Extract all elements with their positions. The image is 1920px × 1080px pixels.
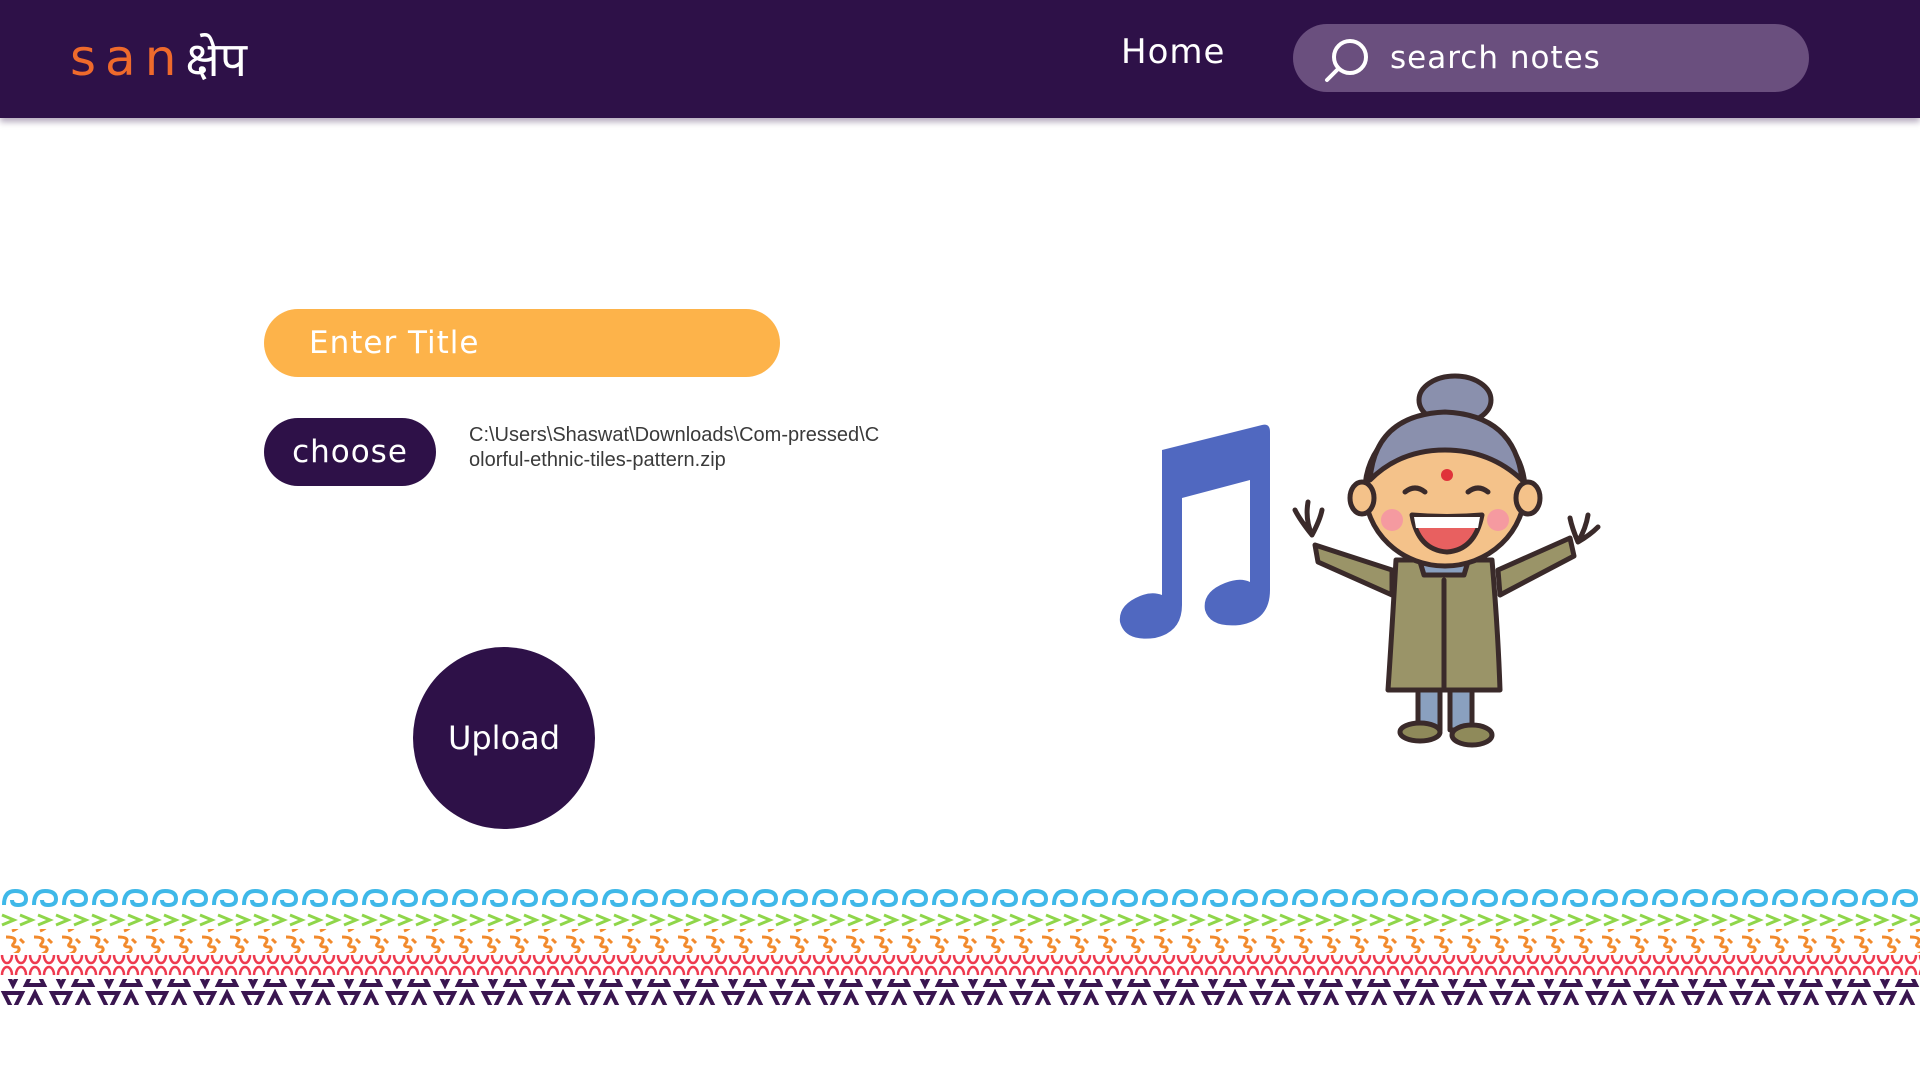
selected-file-path: C:\Users\Shaswat\Downloads\Com-pressed\C… — [469, 424, 880, 471]
top-navbar: san क्षेप Home — [0, 0, 1920, 118]
grandmother-character — [1292, 373, 1601, 748]
choose-file-button[interactable]: choose — [264, 418, 436, 486]
decorative-border-pattern — [0, 885, 1920, 1005]
music-note-icon — [1119, 424, 1270, 639]
upload-button[interactable]: Upload — [413, 647, 595, 829]
logo-text-latin: san — [70, 29, 186, 87]
search-icon[interactable] — [1321, 34, 1373, 86]
search-input[interactable] — [1388, 32, 1792, 84]
nav-link-home[interactable]: Home — [1121, 32, 1225, 72]
title-input[interactable] — [264, 309, 780, 377]
page: san क्षेप Home choose C:\Users\Shaswat\D… — [0, 0, 1920, 1080]
search-bar[interactable] — [1293, 24, 1809, 92]
app-logo[interactable]: san क्षेप — [70, 28, 247, 88]
illustration — [1119, 373, 1601, 748]
logo-text-devanagari: क्षेप — [185, 31, 248, 88]
